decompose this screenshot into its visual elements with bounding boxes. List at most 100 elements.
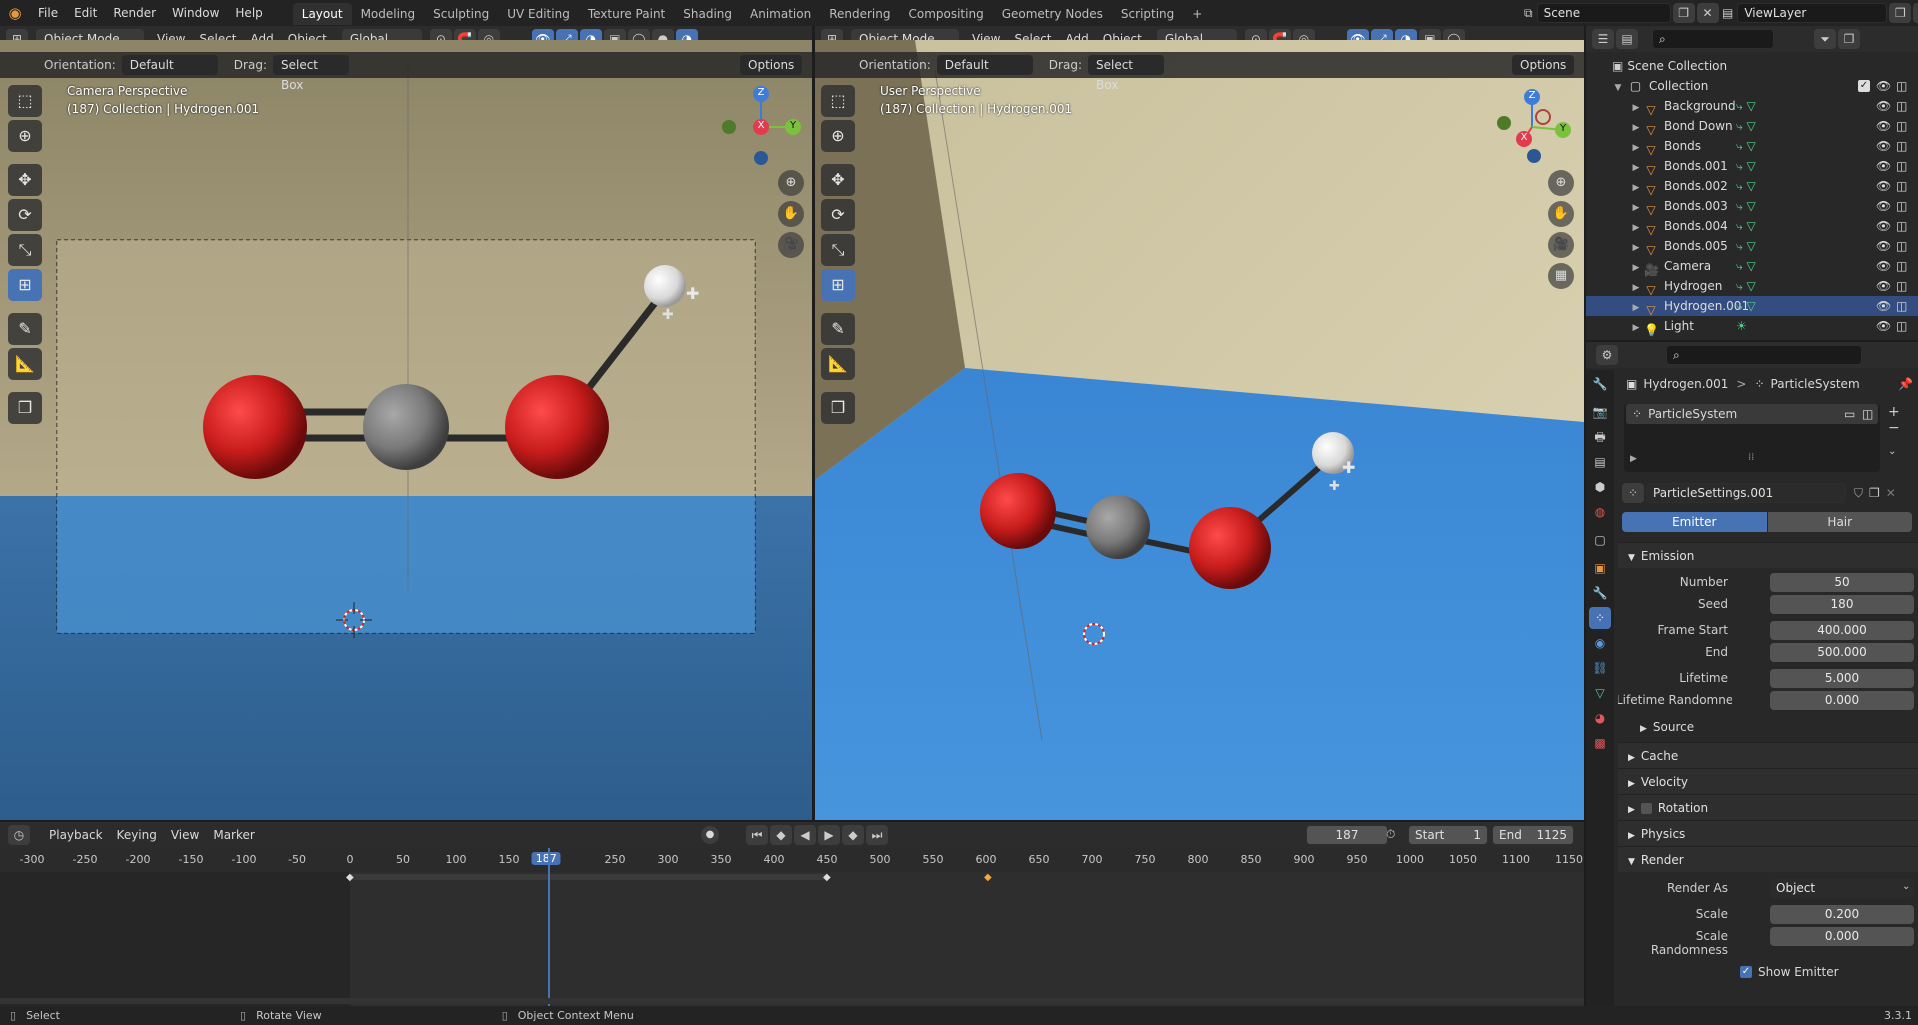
expand-item-icon[interactable]: ▶ bbox=[1628, 198, 1644, 218]
visibility-eye-icon[interactable]: 👁 bbox=[1876, 216, 1891, 236]
object-data-icon[interactable]: ⤷ ▽ bbox=[1736, 196, 1756, 216]
next-keyframe-icon[interactable]: ◆ bbox=[842, 825, 864, 845]
add-cube-tool[interactable]: ❒ bbox=[8, 392, 42, 424]
physics-panel-header[interactable]: ▶ Physics bbox=[1618, 820, 1918, 846]
outliner-item[interactable]: ▶ ▽ Bonds.005 ⤷ ▽ 👁 ◫ bbox=[1586, 236, 1918, 258]
scale-random-field[interactable]: 0.000 bbox=[1770, 927, 1914, 946]
visibility-eye-icon[interactable]: 👁 bbox=[1876, 276, 1891, 296]
gizmo-z-label[interactable]: Z bbox=[755, 87, 767, 98]
velocity-panel-header[interactable]: ▶ Velocity bbox=[1618, 768, 1918, 794]
start-frame-field[interactable]: Start 1 bbox=[1408, 825, 1488, 845]
object-data-icon[interactable]: ⤷ ▽ bbox=[1736, 96, 1756, 116]
gizmo-y-label[interactable]: Y bbox=[787, 120, 799, 131]
unlink-settings-icon[interactable]: ✕ bbox=[1886, 486, 1896, 500]
tab-animation[interactable]: Animation bbox=[741, 3, 820, 25]
menu-file[interactable]: File bbox=[30, 0, 66, 26]
drag-dropdown[interactable]: Select Box bbox=[272, 55, 349, 92]
gizmo-y-label-right[interactable]: Y bbox=[1557, 123, 1569, 134]
visibility-eye-icon[interactable]: 👁 bbox=[1876, 176, 1891, 196]
material-tab-icon[interactable]: ◕ bbox=[1589, 707, 1611, 729]
menu-marker[interactable]: Marker bbox=[206, 825, 261, 845]
move-tool[interactable]: ✥ bbox=[8, 164, 42, 196]
tab-rendering[interactable]: Rendering bbox=[820, 3, 899, 25]
render-visibility-icon[interactable]: ◫ bbox=[1896, 316, 1907, 336]
annotate-tool-right[interactable]: ✎ bbox=[821, 313, 855, 345]
outliner-search-input[interactable]: ⌕ bbox=[1652, 29, 1774, 49]
play-reverse-icon[interactable]: ◀ bbox=[794, 825, 816, 845]
gizmo-x-label-right[interactable]: X bbox=[1518, 132, 1530, 143]
render-visibility-icon[interactable]: ◫ bbox=[1896, 296, 1907, 316]
outliner-item[interactable]: ▶ 💡 Light ☀ 👁 ◫ bbox=[1586, 316, 1918, 338]
object-data-icon[interactable]: ⤷ ▽ bbox=[1736, 236, 1756, 256]
source-subpanel[interactable]: ▶ Source bbox=[1618, 712, 1918, 742]
new-view-layer-icon[interactable]: ❐ bbox=[1889, 3, 1912, 23]
properties-search-input[interactable]: ⌕ bbox=[1666, 345, 1862, 365]
list-expand-icon[interactable]: ▶ bbox=[1630, 454, 1637, 464]
orientation-dropdown[interactable]: Default bbox=[121, 55, 218, 75]
add-workspace-button[interactable]: + bbox=[1183, 3, 1211, 25]
keyframe-600[interactable]: ◆ bbox=[984, 872, 992, 883]
number-field[interactable]: 50 bbox=[1770, 573, 1914, 592]
current-frame-field[interactable]: 187 bbox=[1306, 825, 1388, 845]
render-as-dropdown[interactable]: Object bbox=[1770, 879, 1914, 898]
render-visibility-icon[interactable]: ◫ bbox=[1896, 216, 1907, 236]
expand-item-icon[interactable]: ▶ bbox=[1628, 218, 1644, 238]
expand-item-icon[interactable]: ▶ bbox=[1628, 178, 1644, 198]
physics-tab-icon[interactable]: ◉ bbox=[1589, 632, 1611, 654]
add-cube-tool-right[interactable]: ❒ bbox=[821, 392, 855, 424]
expand-item-icon[interactable]: ▶ bbox=[1628, 318, 1644, 338]
render-visibility-icon[interactable]: ◫ bbox=[1896, 256, 1907, 276]
gizmo-x-label[interactable]: X bbox=[755, 120, 767, 131]
viewport-user[interactable]: ✚ ✚ Z X Y User Perspective (187) Collect… bbox=[815, 40, 1584, 820]
annotate-tool[interactable]: ✎ bbox=[8, 313, 42, 345]
tab-geometry-nodes[interactable]: Geometry Nodes bbox=[993, 3, 1112, 25]
scene-tab-icon[interactable]: ⬢ bbox=[1589, 476, 1611, 498]
end-frame-field[interactable]: End 1125 bbox=[1492, 825, 1574, 845]
collection-render-icon[interactable]: ◫ bbox=[1896, 76, 1907, 96]
render-tab-icon[interactable]: 📷 bbox=[1589, 401, 1611, 423]
expand-item-icon[interactable]: ▶ bbox=[1628, 118, 1644, 138]
options-button-right[interactable]: Options bbox=[1512, 55, 1575, 75]
rotate-tool[interactable]: ⟳ bbox=[8, 199, 42, 231]
cache-panel-header[interactable]: ▶ Cache bbox=[1618, 742, 1918, 768]
collection-checkbox[interactable]: ✓ bbox=[1858, 80, 1870, 92]
expand-item-icon[interactable]: ▶ bbox=[1628, 158, 1644, 178]
tab-sculpting[interactable]: Sculpting bbox=[424, 3, 498, 25]
viewport-camera[interactable]: ✚ ✚ Z X Y Camera Perspective (187) Colle… bbox=[0, 40, 812, 820]
expand-collection-icon[interactable]: ▼ bbox=[1610, 78, 1626, 98]
visibility-eye-icon[interactable]: 👁 bbox=[1876, 116, 1891, 136]
keyframe-450[interactable]: ◆ bbox=[823, 872, 831, 883]
measure-tool[interactable]: 📐 bbox=[8, 348, 42, 380]
render-visibility-icon[interactable]: ◫ bbox=[1896, 176, 1907, 196]
cursor-tool[interactable]: ⊕ bbox=[8, 120, 42, 152]
delete-view-layer-icon[interactable]: ✕ bbox=[1913, 3, 1918, 23]
outliner-item[interactable]: ▶ ▽ Bonds.004 ⤷ ▽ 👁 ◫ bbox=[1586, 216, 1918, 238]
expand-item-icon[interactable]: ▶ bbox=[1628, 238, 1644, 258]
menu-window[interactable]: Window bbox=[164, 0, 227, 26]
visibility-eye-icon[interactable]: 👁 bbox=[1876, 296, 1891, 316]
properties-editor-icon[interactable]: ⚙ bbox=[1596, 345, 1618, 365]
timeline-editor-icon[interactable]: ◷ bbox=[8, 825, 30, 845]
view-layer-tab-icon[interactable]: ▤ bbox=[1589, 451, 1611, 473]
new-collection-icon[interactable]: ❐ bbox=[1838, 29, 1860, 49]
rotation-panel-header[interactable]: ▶ Rotation bbox=[1618, 794, 1918, 820]
particle-system-item[interactable]: ⁘ ParticleSystem ▭ ◫ bbox=[1626, 404, 1878, 424]
camera-view-icon-right[interactable]: 🎥 bbox=[1548, 232, 1574, 258]
visibility-eye-icon[interactable]: 👁 bbox=[1876, 96, 1891, 116]
select-box-tool-right[interactable]: ⬚ bbox=[821, 85, 855, 117]
lifetime-field[interactable]: 5.000 bbox=[1770, 669, 1914, 688]
zoom-icon[interactable]: ⊕ bbox=[778, 170, 804, 196]
tab-compositing[interactable]: Compositing bbox=[899, 3, 992, 25]
object-data-icon[interactable]: ⤷ ▽ bbox=[1736, 256, 1756, 276]
visibility-eye-icon[interactable]: 👁 bbox=[1876, 156, 1891, 176]
menu-edit[interactable]: Edit bbox=[66, 0, 105, 26]
ortho-grid-icon[interactable]: ▦ bbox=[1548, 263, 1574, 289]
visibility-eye-icon[interactable]: 👁 bbox=[1876, 316, 1891, 336]
scale-tool[interactable]: ⤡ bbox=[8, 234, 42, 266]
orientation-dropdown-right[interactable]: Default bbox=[936, 55, 1033, 75]
outliner-item[interactable]: ▶ ▽ Bonds.003 ⤷ ▽ 👁 ◫ bbox=[1586, 196, 1918, 218]
outliner-item[interactable]: ▶ ▽ Bonds.001 ⤷ ▽ 👁 ◫ bbox=[1586, 156, 1918, 178]
visibility-eye-icon[interactable]: 👁 bbox=[1876, 196, 1891, 216]
emission-header[interactable]: ▼ Emission bbox=[1618, 542, 1918, 568]
pan-hand-icon-right[interactable]: ✋ bbox=[1548, 201, 1574, 227]
